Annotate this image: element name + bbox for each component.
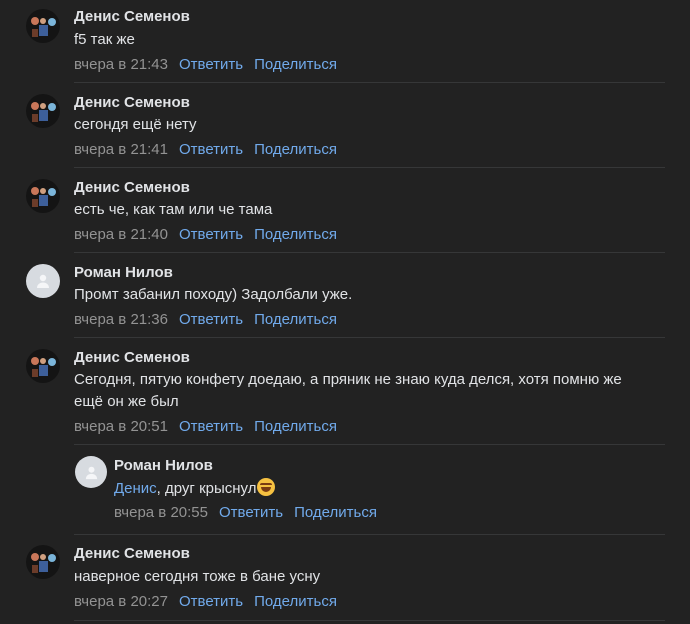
comment-author[interactable]: Денис Семенов [74, 94, 190, 111]
reply-link[interactable]: Ответить [179, 418, 243, 435]
comment-text: f5 так же [74, 31, 135, 48]
comment-text: есть че, как там или че тама [74, 201, 273, 218]
rolling-on-floor-laughing-emoji-icon [257, 478, 276, 496]
comment-time[interactable]: вчера в 20:27 [74, 593, 168, 610]
comment-time[interactable]: вчера в 21:41 [74, 141, 168, 158]
comment-meta: вчера в 21:43 Ответить Поделиться [74, 56, 337, 73]
comment-time[interactable]: вчера в 20:51 [74, 418, 168, 435]
divider [74, 534, 665, 535]
reply-link[interactable]: Ответить [179, 311, 243, 328]
mention-link[interactable]: Денис [114, 480, 157, 497]
avatar[interactable] [26, 545, 60, 579]
divider [74, 337, 665, 338]
share-link[interactable]: Поделиться [254, 56, 337, 73]
share-link[interactable]: Поделиться [294, 504, 377, 521]
divider [74, 444, 665, 445]
avatar[interactable] [75, 456, 107, 488]
comment-meta: вчера в 20:27 Ответить Поделиться [74, 593, 337, 610]
share-link[interactable]: Поделиться [254, 141, 337, 158]
user-icon [85, 466, 97, 479]
divider [74, 82, 665, 83]
avatar[interactable] [26, 264, 60, 298]
comment-time[interactable]: вчера в 21:36 [74, 311, 168, 328]
reply-link[interactable]: Ответить [179, 593, 243, 610]
share-link[interactable]: Поделиться [254, 226, 337, 243]
reply-link[interactable]: Ответить [179, 226, 243, 243]
avatar[interactable] [26, 9, 60, 43]
comment-text: наверное сегодня тоже в бане усну [74, 568, 321, 585]
comment-text: Промт забанил походу) Задолбали уже. [74, 286, 353, 303]
comment-meta: вчера в 20:51 Ответить Поделиться [74, 418, 337, 435]
comment-author[interactable]: Денис Семенов [74, 8, 190, 25]
comment-meta: вчера в 21:36 Ответить Поделиться [74, 311, 337, 328]
share-link[interactable]: Поделиться [254, 418, 337, 435]
comment-author[interactable]: Денис Семенов [74, 179, 190, 196]
user-icon [37, 274, 49, 288]
reply-text-body: , друг крыснул [156, 480, 257, 497]
comment-text: Сегодня, пятую конфету доедаю, а пряник … [74, 371, 622, 410]
reply-meta: вчера в 20:55 Ответить Поделиться [114, 504, 377, 521]
comment-author[interactable]: Денис Семенов [74, 349, 190, 366]
comment-time[interactable]: вчера в 21:40 [74, 226, 168, 243]
comment-text: сегондя ещё нету [74, 116, 197, 133]
reply-link[interactable]: Ответить [219, 504, 283, 521]
reply-link[interactable]: Ответить [179, 56, 243, 73]
avatar[interactable] [26, 349, 60, 383]
divider [74, 620, 665, 621]
comment-author[interactable]: Роман Нилов [74, 264, 173, 281]
reply-text: Денис, друг крыснул [114, 478, 654, 500]
comment-time[interactable]: вчера в 21:43 [74, 56, 168, 73]
reply-link[interactable]: Ответить [179, 141, 243, 158]
divider [74, 167, 665, 168]
share-link[interactable]: Поделиться [254, 311, 337, 328]
reply-author[interactable]: Роман Нилов [114, 457, 213, 474]
avatar[interactable] [26, 94, 60, 128]
share-link[interactable]: Поделиться [254, 593, 337, 610]
comment-meta: вчера в 21:41 Ответить Поделиться [74, 141, 337, 158]
reply-time[interactable]: вчера в 20:55 [114, 504, 208, 521]
divider [74, 252, 665, 253]
comment-meta: вчера в 21:40 Ответить Поделиться [74, 226, 337, 243]
avatar[interactable] [26, 179, 60, 213]
comment-author[interactable]: Денис Семенов [74, 545, 190, 562]
